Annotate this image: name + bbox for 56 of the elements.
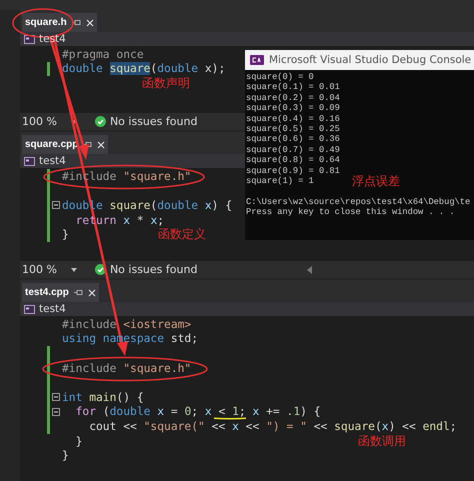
collapse-icon[interactable] [52,393,60,402]
console-line: square(0.2) = 0.04 [246,92,340,104]
pin-icon[interactable] [83,141,92,148]
check-icon [94,264,106,275]
code-line: for (double x = 0; x < 1; x += .1) { [74,405,321,418]
collapse-icon[interactable] [52,201,60,210]
code-line: } [74,434,82,448]
tab[interactable]: square.cpp [22,135,108,154]
close-icon[interactable] [86,18,94,26]
zoom-level[interactable]: 100 % [22,115,57,128]
pin-icon[interactable] [74,289,83,296]
close-icon[interactable] [97,140,106,148]
check-icon [94,116,106,127]
project-icon [24,34,35,44]
console-line: square(0.4) = 0.16 [246,114,340,124]
project-icon [24,156,35,166]
code-line: } [62,228,69,242]
pin-icon[interactable] [72,19,81,26]
console-app-icon [250,55,264,65]
scroll-left-icon[interactable] [307,266,312,274]
console-line: square(0.6) = 0.36 [246,134,340,145]
collapse-icon[interactable] [52,408,60,416]
underline-mark [214,418,246,420]
annotation-label: 浮点误差 [352,176,400,186]
code-line: #pragma once [62,48,144,61]
window-title: Microsoft Visual Studio Debug Console [269,54,472,66]
console-line: square(0.5) = 0.25 [246,124,340,134]
console-line: square(0.3) = 0.09 [246,103,340,114]
tab[interactable]: test4.cpp [22,283,99,302]
issues-status[interactable]: No issues found [110,263,198,276]
annotation-label: 函数定义 [158,226,206,244]
console-line: C:\Users\wz\source\repos\test4\x64\Debug\te [246,196,470,208]
console-line: square(0.1) = 0.01 [246,82,340,93]
project-icon [24,304,35,314]
console-line: square(1) = 1 [246,176,314,186]
tab[interactable]: square.h [22,13,97,32]
console-line: square(0.7) = 0.49 [246,144,340,156]
caret-icon[interactable] [70,268,77,272]
project-name[interactable]: test4 [39,155,66,167]
code-line: cout << "square(" << x << ") = " << square(x) << endl; [88,420,457,433]
code-line: } [62,449,69,462]
close-icon[interactable] [88,288,96,296]
code-line: double square(double x); [62,62,226,76]
console-line: Press any key to close this window . . . [246,207,455,218]
console-line: square(0.8) = 0.64 [246,155,340,166]
console-line: square(0.9) = 0.81 [246,166,340,176]
code-line: int main() { [62,390,144,404]
caret-icon[interactable] [70,120,77,124]
annotation-label: 函数声明 [142,75,190,92]
annotation-label: 函数调用 [358,432,406,450]
code-line: #include <iostream> [62,318,192,331]
code-line: #include "square.h" [62,362,192,375]
project-name[interactable]: test4 [39,303,66,315]
zoom-level[interactable]: 100 % [22,263,57,276]
issues-status[interactable]: No issues found [110,115,198,128]
console-line: square(0) = 0 [246,72,314,82]
